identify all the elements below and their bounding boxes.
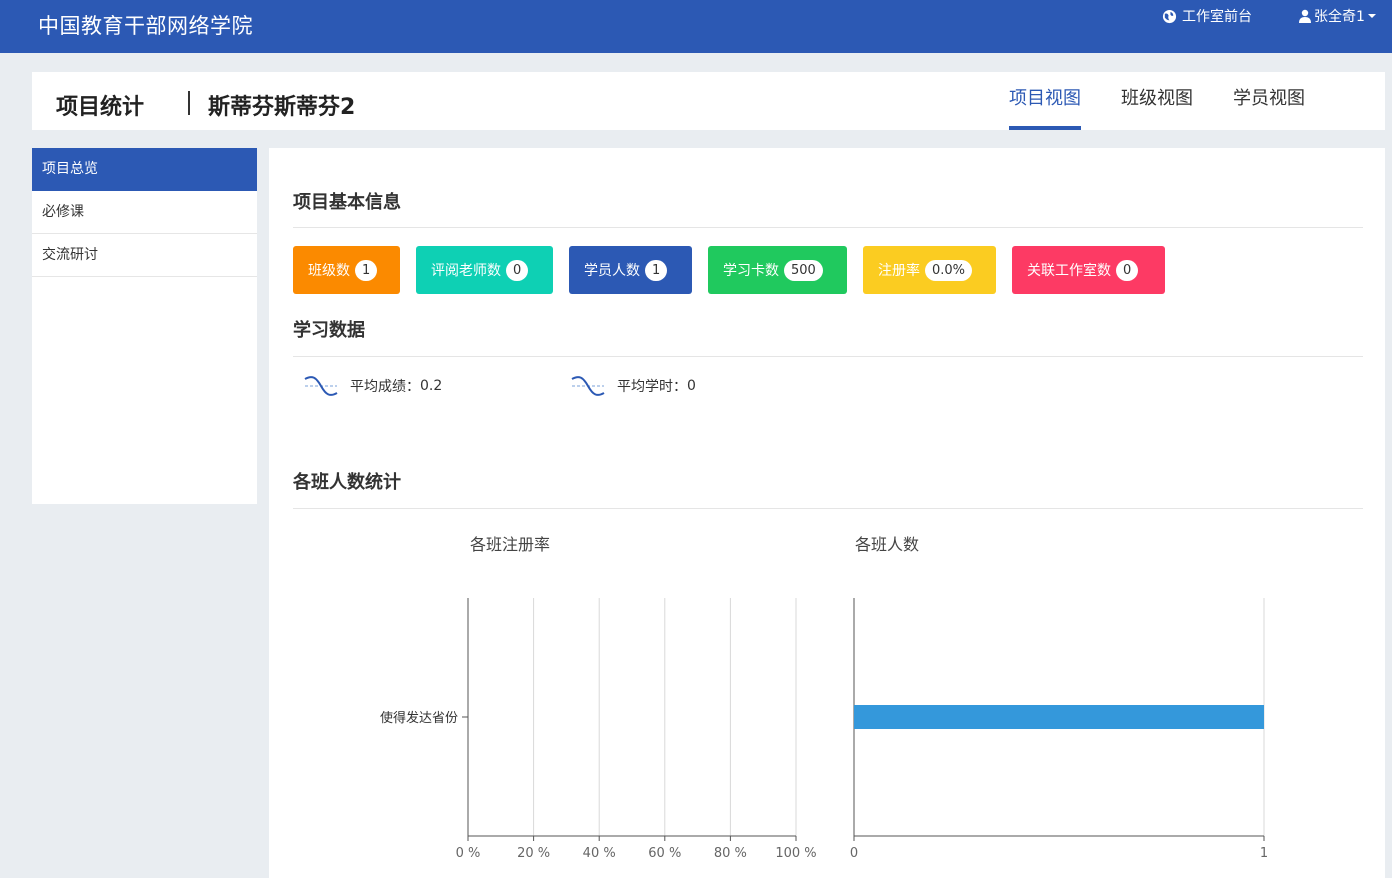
user-icon	[1299, 9, 1311, 23]
x-tick-label: 80 %	[714, 846, 747, 861]
stat-student-count[interactable]: 学员人数 1	[569, 246, 692, 294]
sidebar: 项目总览 必修课 交流研讨	[32, 148, 257, 504]
sidebar-item-required-courses[interactable]: 必修课	[32, 191, 257, 234]
class-stats-divider	[293, 508, 1363, 509]
stat-card-count[interactable]: 学习卡数 500	[708, 246, 847, 294]
bar	[854, 705, 1264, 729]
stat-label: 学员人数	[584, 263, 640, 279]
title-divider	[188, 91, 190, 115]
x-tick-label: 1	[1260, 846, 1268, 861]
tab-student-view[interactable]: 学员视图	[1233, 84, 1305, 130]
metric-avg-hours: 平均学时： 0	[571, 373, 696, 399]
metric-label: 平均成绩：	[350, 379, 420, 395]
metric-label: 平均学时：	[617, 379, 687, 395]
main-content: 项目基本信息 班级数 1 评阅老师数 0 学员人数 1 学习卡数 500 注册率…	[269, 148, 1385, 878]
user-name: 张全奇1	[1314, 9, 1365, 25]
class-stats-title: 各班人数统计	[293, 472, 401, 493]
x-tick-label: 20 %	[517, 846, 550, 861]
studio-front-label: 工作室前台	[1182, 9, 1252, 25]
top-navbar: 中国教育干部网络学院 工作室前台 张全奇1	[0, 0, 1392, 53]
sidebar-item-project-overview[interactable]: 项目总览	[32, 148, 257, 191]
learning-data-divider	[293, 356, 1363, 357]
page-header: 项目统计 斯蒂芬斯蒂芬2 项目视图 班级视图 学员视图	[32, 72, 1385, 130]
metric-value: 0	[687, 378, 696, 394]
stat-label: 注册率	[878, 263, 920, 279]
basic-info-divider	[293, 227, 1363, 228]
stat-badge: 1	[645, 259, 668, 281]
globe-icon	[1162, 9, 1177, 23]
chart-title-registration: 各班注册率	[470, 535, 551, 554]
stat-label: 关联工作室数	[1027, 263, 1111, 279]
studio-front-link[interactable]: 工作室前台	[1162, 6, 1252, 26]
stat-reviewer-count[interactable]: 评阅老师数 0	[416, 246, 553, 294]
x-tick-label: 60 %	[648, 846, 681, 861]
metric-avg-score: 平均成绩： 0.2	[304, 373, 442, 399]
stat-badge: 500	[784, 259, 823, 281]
basic-info-title: 项目基本信息	[293, 192, 401, 213]
tab-project-view[interactable]: 项目视图	[1009, 84, 1081, 130]
stat-badge: 0	[1116, 259, 1139, 281]
chart-title-headcount: 各班人数	[855, 535, 920, 554]
wave-icon	[571, 376, 605, 396]
sidebar-item-discussion[interactable]: 交流研讨	[32, 234, 257, 277]
stat-badge: 1	[355, 259, 378, 281]
stat-label: 评阅老师数	[431, 263, 501, 279]
x-tick-label: 40 %	[583, 846, 616, 861]
x-tick-label: 0 %	[456, 846, 481, 861]
x-tick-label: 0	[850, 846, 858, 861]
project-name: 斯蒂芬斯蒂芬2	[208, 95, 356, 120]
learning-data-title: 学习数据	[293, 320, 365, 341]
y-tick-label: 使得发达省份	[380, 710, 458, 726]
metric-value: 0.2	[420, 378, 443, 394]
stat-registration-rate[interactable]: 注册率 0.0%	[863, 246, 996, 294]
stat-badge: 0.0%	[925, 259, 973, 281]
user-menu[interactable]: 张全奇1	[1298, 6, 1377, 26]
wave-icon	[304, 376, 338, 396]
tab-class-view[interactable]: 班级视图	[1121, 84, 1193, 130]
stat-label: 班级数	[308, 263, 350, 279]
stat-class-count[interactable]: 班级数 1	[293, 246, 400, 294]
class-charts: 0 % 20 % 40 % 60 % 80 % 100 % 使得发达省份 0 1	[380, 598, 1268, 861]
stat-studio-count[interactable]: 关联工作室数 0	[1012, 246, 1165, 294]
site-brand[interactable]: 中国教育干部网络学院	[38, 10, 253, 40]
stat-badge: 0	[506, 259, 529, 281]
caret-down-icon	[1367, 14, 1376, 18]
stat-label: 学习卡数	[723, 263, 779, 279]
x-tick-label: 100 %	[775, 846, 816, 861]
page-title: 项目统计	[56, 95, 145, 120]
